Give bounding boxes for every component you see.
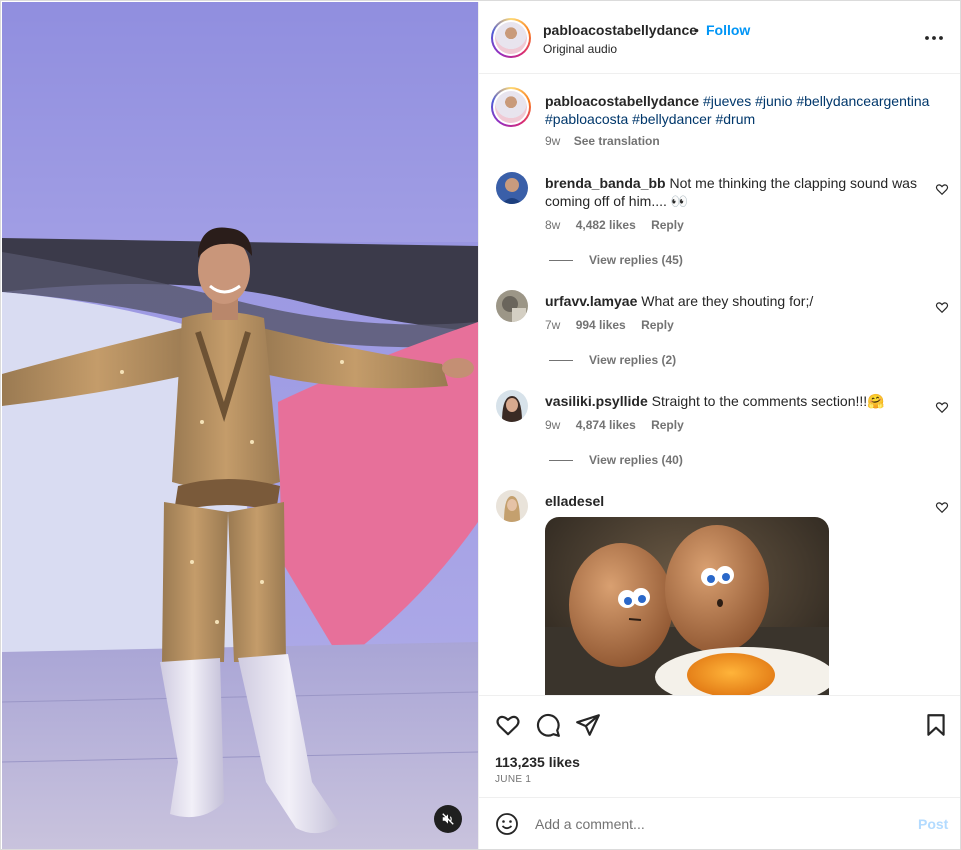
comment-meta: 8w 4,482 likes Reply (545, 218, 696, 232)
comment-text-block: elladesel (545, 492, 925, 510)
view-replies-label: View replies (2) (589, 353, 677, 367)
view-replies-label: View replies (45) (589, 253, 683, 267)
audio-label[interactable]: Original audio (543, 42, 617, 56)
view-replies-button[interactable]: View replies (2) (549, 353, 676, 367)
comment-username[interactable]: urfavv.lamyae (545, 293, 637, 309)
comment-body: What are they shouting for;/ (641, 293, 814, 309)
commenter-avatar[interactable] (496, 290, 528, 322)
comment-heart-icon[interactable] (935, 400, 949, 414)
comment-text-block: vasiliki.psyllide Straight to the commen… (545, 392, 925, 410)
comment-icon[interactable] (535, 712, 561, 738)
reply-button[interactable]: Reply (641, 318, 674, 332)
replies-line (549, 459, 573, 461)
view-replies-button[interactable]: View replies (45) (549, 253, 683, 267)
comment-time: 7w (545, 318, 561, 332)
comment-likes[interactable]: 4,874 likes (576, 418, 636, 432)
post-caption: pabloacostabellydance #jueves #junio #be… (545, 92, 935, 128)
view-replies-button[interactable]: View replies (40) (549, 453, 683, 467)
author-avatar[interactable] (491, 18, 531, 58)
commenter-avatar[interactable] (496, 490, 528, 522)
comment-username[interactable]: elladesel (545, 493, 604, 509)
follow-button[interactable]: Follow (706, 22, 750, 38)
comment-time: 8w (545, 218, 561, 232)
commenter-avatar[interactable] (496, 172, 528, 204)
post-video[interactable] (2, 2, 478, 849)
caption-hashtags-1[interactable]: #jueves #junio #bellydanceargentina (703, 93, 930, 109)
comment-meta: 9w 4,874 likes Reply (545, 418, 696, 432)
caption-hashtags-2[interactable]: #pabloacosta #bellydancer #drum (545, 111, 755, 127)
send-icon[interactable] (575, 712, 601, 738)
comment-meta: 7w 994 likes Reply (545, 318, 686, 332)
comment-username[interactable]: vasiliki.psyllide (545, 393, 648, 409)
replies-line (549, 259, 573, 261)
post-date[interactable]: JUNE 1 (495, 774, 531, 785)
reply-button[interactable]: Reply (651, 218, 684, 232)
caption-time: 9w (545, 134, 561, 148)
post-button[interactable]: Post (918, 816, 948, 832)
comment-text-block: urfavv.lamyae What are they shouting for… (545, 292, 925, 310)
mute-button[interactable] (434, 805, 462, 833)
more-horizontal-icon[interactable] (923, 28, 945, 48)
caption-username[interactable]: pabloacostabellydance (545, 93, 699, 109)
reply-button[interactable]: Reply (651, 418, 684, 432)
instagram-post-modal: pabloacostabellydance • Follow Original … (0, 0, 961, 850)
caption-meta: 9w See translation (545, 134, 660, 148)
heart-icon[interactable] (495, 712, 521, 738)
speaker-muted-icon (442, 813, 454, 825)
separator-dot: • (694, 22, 699, 38)
see-translation-button[interactable]: See translation (574, 134, 660, 148)
comment-text-block: brenda_banda_bb Not me thinking the clap… (545, 174, 925, 210)
comment-input[interactable] (535, 813, 895, 835)
video-frame (2, 2, 478, 849)
post-actions: 113,235 likes JUNE 1 (479, 695, 960, 797)
comment-likes[interactable]: 4,482 likes (576, 218, 636, 232)
post-header: pabloacostabellydance • Follow Original … (479, 2, 960, 74)
commenter-avatar[interactable] (496, 390, 528, 422)
comment-heart-icon[interactable] (935, 500, 949, 514)
post-side-panel: pabloacostabellydance • Follow Original … (478, 2, 960, 849)
bookmark-icon[interactable] (923, 712, 949, 738)
comment-time: 9w (545, 418, 561, 432)
caption-author-avatar[interactable] (491, 87, 531, 127)
comment-heart-icon[interactable] (935, 300, 949, 314)
author-username[interactable]: pabloacostabellydance (543, 22, 697, 38)
view-replies-label: View replies (40) (589, 453, 683, 467)
comments-list[interactable]: pabloacostabellydance #jueves #junio #be… (479, 74, 960, 695)
emoji-icon[interactable] (495, 812, 519, 836)
comment-heart-icon[interactable] (935, 182, 949, 196)
comment-likes[interactable]: 994 likes (576, 318, 626, 332)
add-comment-bar: Post (479, 797, 960, 849)
likes-count[interactable]: 113,235 likes (495, 754, 580, 770)
comment-body: Straight to the comments section!!!🤗 (651, 393, 885, 409)
replies-line (549, 359, 573, 361)
eggs-cartoon-image[interactable] (545, 517, 829, 695)
comment-username[interactable]: brenda_banda_bb (545, 175, 666, 191)
